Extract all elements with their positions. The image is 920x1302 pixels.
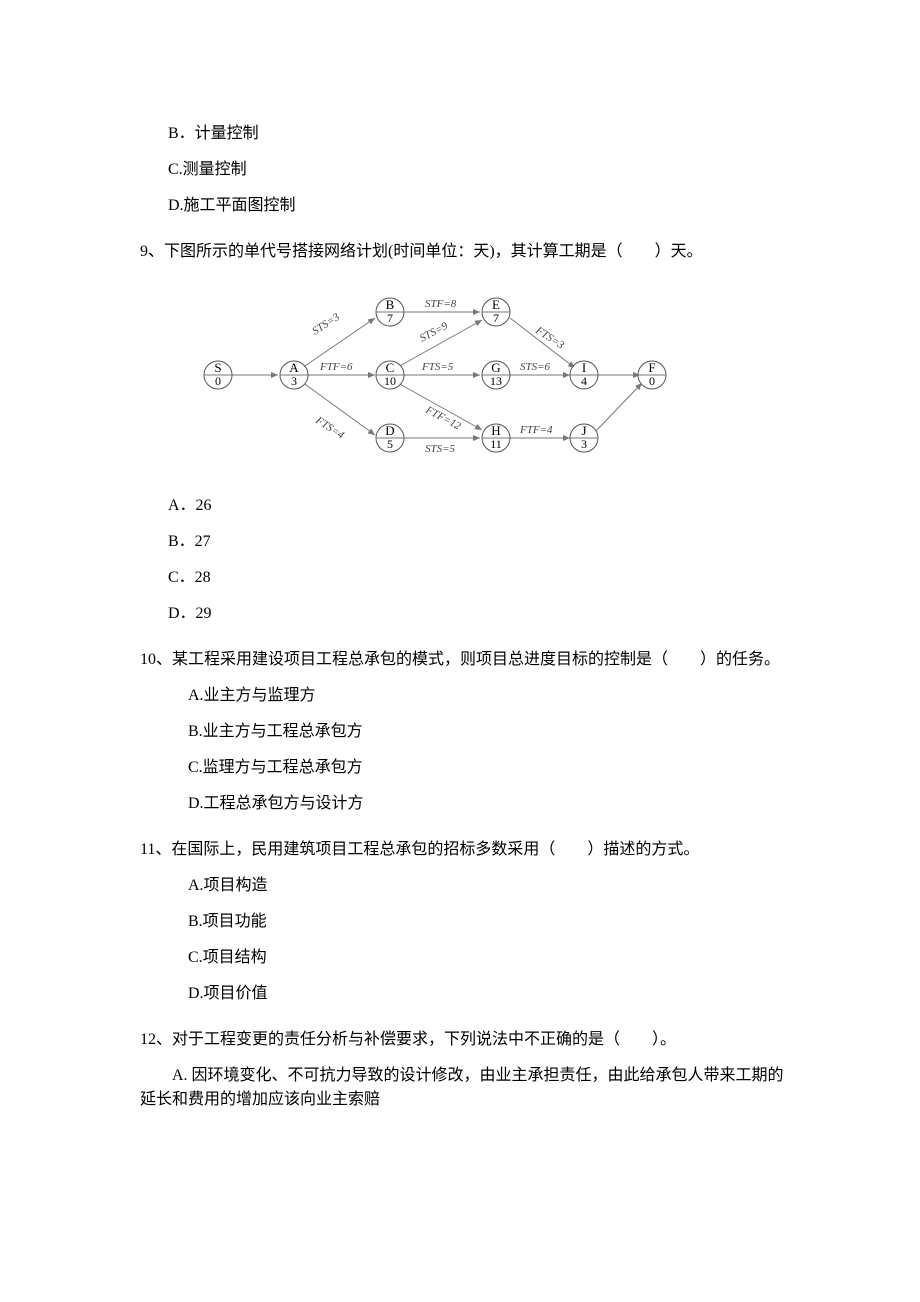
q10-option-b: B.业主方与工程总承包方 — [188, 720, 790, 744]
svg-text:G: G — [491, 360, 500, 375]
q11-option-d: D.项目价值 — [188, 982, 790, 1006]
svg-text:B: B — [386, 297, 395, 312]
svg-text:11: 11 — [490, 437, 502, 451]
option-c-survey-control: C.测量控制 — [168, 158, 790, 182]
q10-option-d: D.工程总承包方与设计方 — [188, 792, 790, 816]
svg-text:0: 0 — [649, 374, 655, 388]
node-g: G 13 — [482, 360, 510, 389]
svg-text:A: A — [289, 360, 299, 375]
node-h: H 11 — [482, 423, 510, 452]
node-e: E 7 — [482, 297, 510, 326]
edge-label-cg: FTS=5 — [421, 361, 454, 373]
svg-text:C: C — [386, 360, 395, 375]
edge-label-hj: FTF=4 — [519, 424, 553, 436]
svg-text:J: J — [581, 423, 586, 438]
edge-label-ad: FTS=4 — [313, 414, 347, 442]
q11-option-b: B.项目功能 — [188, 910, 790, 934]
svg-text:E: E — [492, 297, 500, 312]
network-diagram: STS=3 FTF=6 FTS=4 STF=8 STS=9 FTS=5 FTF=… — [200, 290, 670, 460]
document-page: B．计量控制 C.测量控制 D.施工平面图控制 9、下图所示的单代号搭接网络计划… — [0, 0, 920, 1302]
svg-text:F: F — [648, 360, 655, 375]
edge-label-ei: FTS=3 — [533, 324, 567, 352]
node-c: C 10 — [376, 360, 404, 389]
node-b: B 7 — [376, 297, 404, 326]
q11-option-c: C.项目结构 — [188, 946, 790, 970]
svg-text:I: I — [582, 360, 586, 375]
svg-text:3: 3 — [291, 374, 297, 388]
q9-option-c: C．28 — [168, 566, 790, 590]
q9-option-d: D．29 — [168, 602, 790, 626]
node-a: A 3 — [280, 360, 308, 389]
svg-text:4: 4 — [581, 374, 587, 388]
svg-text:13: 13 — [490, 374, 502, 388]
svg-text:S: S — [214, 360, 221, 375]
svg-text:3: 3 — [581, 437, 587, 451]
node-i: I 4 — [570, 360, 598, 389]
svg-text:10: 10 — [384, 374, 396, 388]
edge-label-ab: STS=3 — [310, 311, 342, 338]
svg-text:H: H — [491, 423, 500, 438]
q9-option-b: B．27 — [168, 530, 790, 554]
edge-label-gi: STS=6 — [520, 361, 551, 373]
question-11: 11、在国际上，民用建筑项目工程总承包的招标多数采用（ ）描述的方式。 — [140, 838, 790, 862]
option-b-measurement-control: B．计量控制 — [168, 122, 790, 146]
question-9: 9、下图所示的单代号搭接网络计划(时间单位：天)，其计算工期是（ ）天。 — [140, 240, 790, 264]
q12-option-a: A. 因环境变化、不可抗力导致的设计修改，由业主承担责任，由此给承包人带来工期的… — [140, 1064, 790, 1112]
node-d: D 5 — [376, 423, 404, 452]
svg-text:7: 7 — [387, 311, 393, 325]
q11-option-a: A.项目构造 — [188, 874, 790, 898]
node-s: S 0 — [204, 360, 232, 389]
svg-text:5: 5 — [387, 437, 393, 451]
option-d-plan-control: D.施工平面图控制 — [168, 194, 790, 218]
node-f: F 0 — [638, 360, 666, 389]
svg-text:D: D — [385, 423, 394, 438]
edge-label-dh: STS=5 — [425, 443, 456, 455]
edge-label-ac: FTF=6 — [319, 361, 353, 373]
svg-text:0: 0 — [215, 374, 221, 388]
question-10: 10、某工程采用建设项目工程总承包的模式，则项目总进度目标的控制是（ ）的任务。 — [140, 648, 790, 672]
q10-option-c: C.监理方与工程总承包方 — [188, 756, 790, 780]
q10-option-a: A.业主方与监理方 — [188, 684, 790, 708]
edge-label-be: STF=8 — [425, 298, 457, 310]
svg-text:7: 7 — [493, 311, 499, 325]
node-j: J 3 — [570, 423, 598, 452]
question-12: 12、对于工程变更的责任分析与补偿要求，下列说法中不正确的是（ ）。 — [140, 1028, 790, 1052]
q9-option-a: A．26 — [168, 494, 790, 518]
